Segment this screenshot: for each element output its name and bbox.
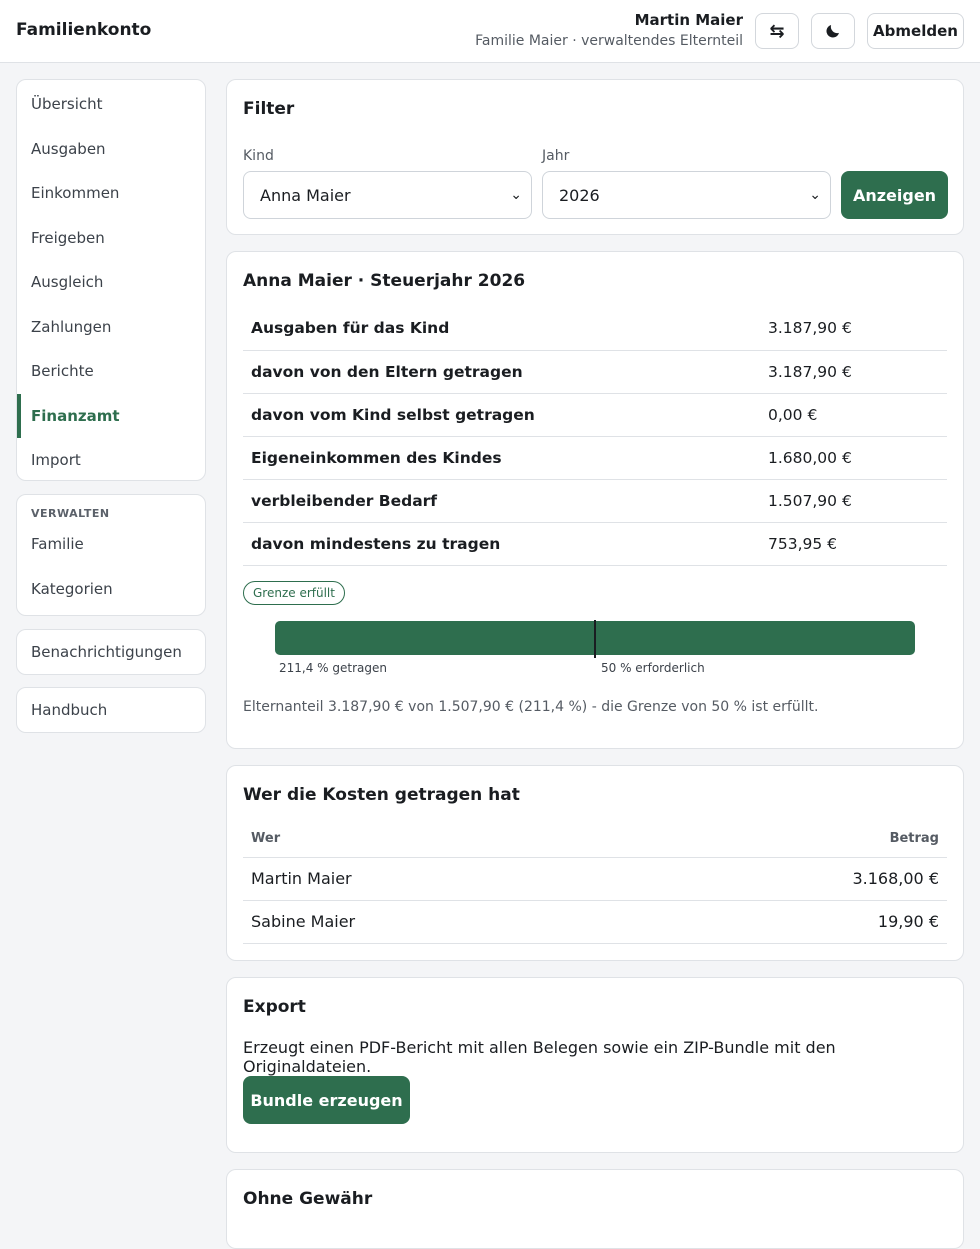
child-select-value: Anna Maier — [260, 185, 351, 205]
row-label: Ausgaben für das Kind — [243, 307, 768, 351]
table-row: davon mindestens zu tragen 753,95 € — [243, 522, 947, 566]
table-row: davon von den Eltern getragen 3.187,90 € — [243, 350, 947, 394]
sidebar-main-nav: Übersicht Ausgaben Einkommen Freigeben A… — [16, 79, 206, 481]
row-value: 1.507,90 € — [768, 479, 947, 523]
row-value: 3.187,90 € — [768, 350, 947, 394]
sidebar-item-ausgleich[interactable]: Ausgleich — [17, 260, 205, 305]
user-family-role: Familie Maier · verwaltendes Elternteil — [475, 33, 743, 49]
export-title: Export — [243, 997, 306, 1017]
sidebar-item-freigeben[interactable]: Freigeben — [17, 216, 205, 261]
top-bar: Familienkonto Martin Maier Familie Maier… — [0, 0, 980, 63]
swap-arrows-icon: ⇆ — [769, 20, 785, 42]
user-info: Martin Maier Familie Maier · verwaltende… — [475, 10, 743, 52]
table-row: Sabine Maier 19,90 € — [243, 900, 947, 944]
required-percent-label: 50 % erforderlich — [601, 661, 705, 675]
logout-button[interactable]: Abmelden — [867, 13, 964, 49]
row-label: davon mindestens zu tragen — [243, 522, 768, 566]
table-row: Eigeneinkommen des Kindes 1.680,00 € — [243, 436, 947, 480]
create-bundle-button[interactable]: Bundle erzeugen — [243, 1076, 410, 1124]
user-name: Martin Maier — [634, 11, 743, 29]
payer-name: Sabine Maier — [243, 900, 611, 944]
year-select-value: 2026 — [559, 185, 600, 205]
year-label: Jahr — [542, 148, 570, 164]
theme-toggle-button[interactable] — [811, 13, 855, 49]
status-badge: Grenze erfüllt — [243, 581, 345, 605]
payer-amount: 19,90 € — [610, 900, 947, 944]
disclaimer-card: Ohne Gewähr — [226, 1169, 964, 1249]
sidebar-item-finanzamt[interactable]: Finanzamt — [17, 393, 205, 439]
payers-card: Wer die Kosten getragen hat Wer Betrag M… — [226, 765, 964, 961]
summary-note: Elternanteil 3.187,90 € von 1.507,90 € (… — [243, 699, 819, 715]
row-label: davon vom Kind selbst getragen — [243, 393, 768, 437]
row-value: 1.680,00 € — [768, 436, 947, 480]
table-row: Ausgaben für das Kind 3.187,90 € — [243, 307, 947, 351]
sidebar-manage-nav: VERWALTEN Familie Kategorien — [16, 494, 206, 616]
table-row: davon vom Kind selbst getragen 0,00 € — [243, 393, 947, 437]
export-card: Export Erzeugt einen PDF-Bericht mit all… — [226, 977, 964, 1153]
chevron-down-icon: ⌄ — [510, 187, 522, 203]
summary-title: Anna Maier · Steuerjahr 2026 — [243, 271, 526, 291]
sidebar-item-einkommen[interactable]: Einkommen — [17, 171, 205, 216]
table-header-row: Wer Betrag — [243, 821, 947, 858]
row-label: Eigeneinkommen des Kindes — [243, 436, 768, 480]
row-label: verbleibender Bedarf — [243, 479, 768, 523]
filter-title: Filter — [243, 99, 295, 119]
column-header-who: Wer — [243, 821, 611, 858]
row-label: davon von den Eltern getragen — [243, 350, 768, 394]
sidebar-notifications-card: Benachrichtigungen — [16, 629, 206, 675]
summary-table: Ausgaben für das Kind 3.187,90 € davon vo… — [243, 307, 947, 566]
payers-title: Wer die Kosten getragen hat — [243, 785, 520, 805]
child-select[interactable]: Anna Maier ⌄ — [243, 171, 532, 219]
column-header-amount: Betrag — [610, 821, 947, 858]
sidebar-section-title: VERWALTEN — [31, 507, 110, 520]
table-row: Martin Maier 3.168,00 € — [243, 857, 947, 901]
payer-name: Martin Maier — [243, 857, 611, 901]
show-button[interactable]: Anzeigen — [841, 171, 948, 219]
payer-amount: 3.168,00 € — [610, 857, 947, 901]
export-description: Erzeugt einen PDF-Bericht mit allen Bele… — [243, 1038, 836, 1076]
row-value: 0,00 € — [768, 393, 947, 437]
required-threshold-marker — [594, 620, 596, 658]
sidebar-item-berichte[interactable]: Berichte — [17, 349, 205, 394]
sidebar-manual-card: Handbuch — [16, 687, 206, 733]
app-brand[interactable]: Familienkonto — [16, 20, 151, 40]
row-value: 3.187,90 € — [768, 307, 947, 351]
switch-account-button[interactable]: ⇆ — [755, 13, 799, 49]
moon-icon — [826, 25, 839, 38]
disclaimer-title: Ohne Gewähr — [243, 1189, 373, 1209]
sidebar-item-handbuch[interactable]: Handbuch — [17, 688, 205, 732]
carried-percent-label: 211,4 % getragen — [279, 661, 387, 675]
row-value: 753,95 € — [768, 522, 947, 566]
table-row: verbleibender Bedarf 1.507,90 € — [243, 479, 947, 523]
filter-card: Filter Kind Anna Maier ⌄ Jahr 2026 ⌄ Anz… — [226, 79, 964, 235]
sidebar-item-benachrichtigungen[interactable]: Benachrichtigungen — [17, 630, 205, 674]
sidebar-item-kategorien[interactable]: Kategorien — [17, 567, 205, 612]
payers-table: Wer Betrag Martin Maier 3.168,00 € Sabin… — [243, 821, 947, 944]
sidebar-item-import[interactable]: Import — [17, 438, 205, 480]
chevron-down-icon: ⌄ — [809, 187, 821, 203]
sidebar-item-zahlungen[interactable]: Zahlungen — [17, 305, 205, 350]
sidebar-item-ausgaben[interactable]: Ausgaben — [17, 127, 205, 172]
sidebar-item-uebersicht[interactable]: Übersicht — [17, 82, 205, 127]
year-select[interactable]: 2026 ⌄ — [542, 171, 831, 219]
tax-summary-card: Anna Maier · Steuerjahr 2026 Ausgaben fü… — [226, 251, 964, 749]
child-label: Kind — [243, 148, 274, 164]
sidebar-item-familie[interactable]: Familie — [17, 522, 205, 567]
